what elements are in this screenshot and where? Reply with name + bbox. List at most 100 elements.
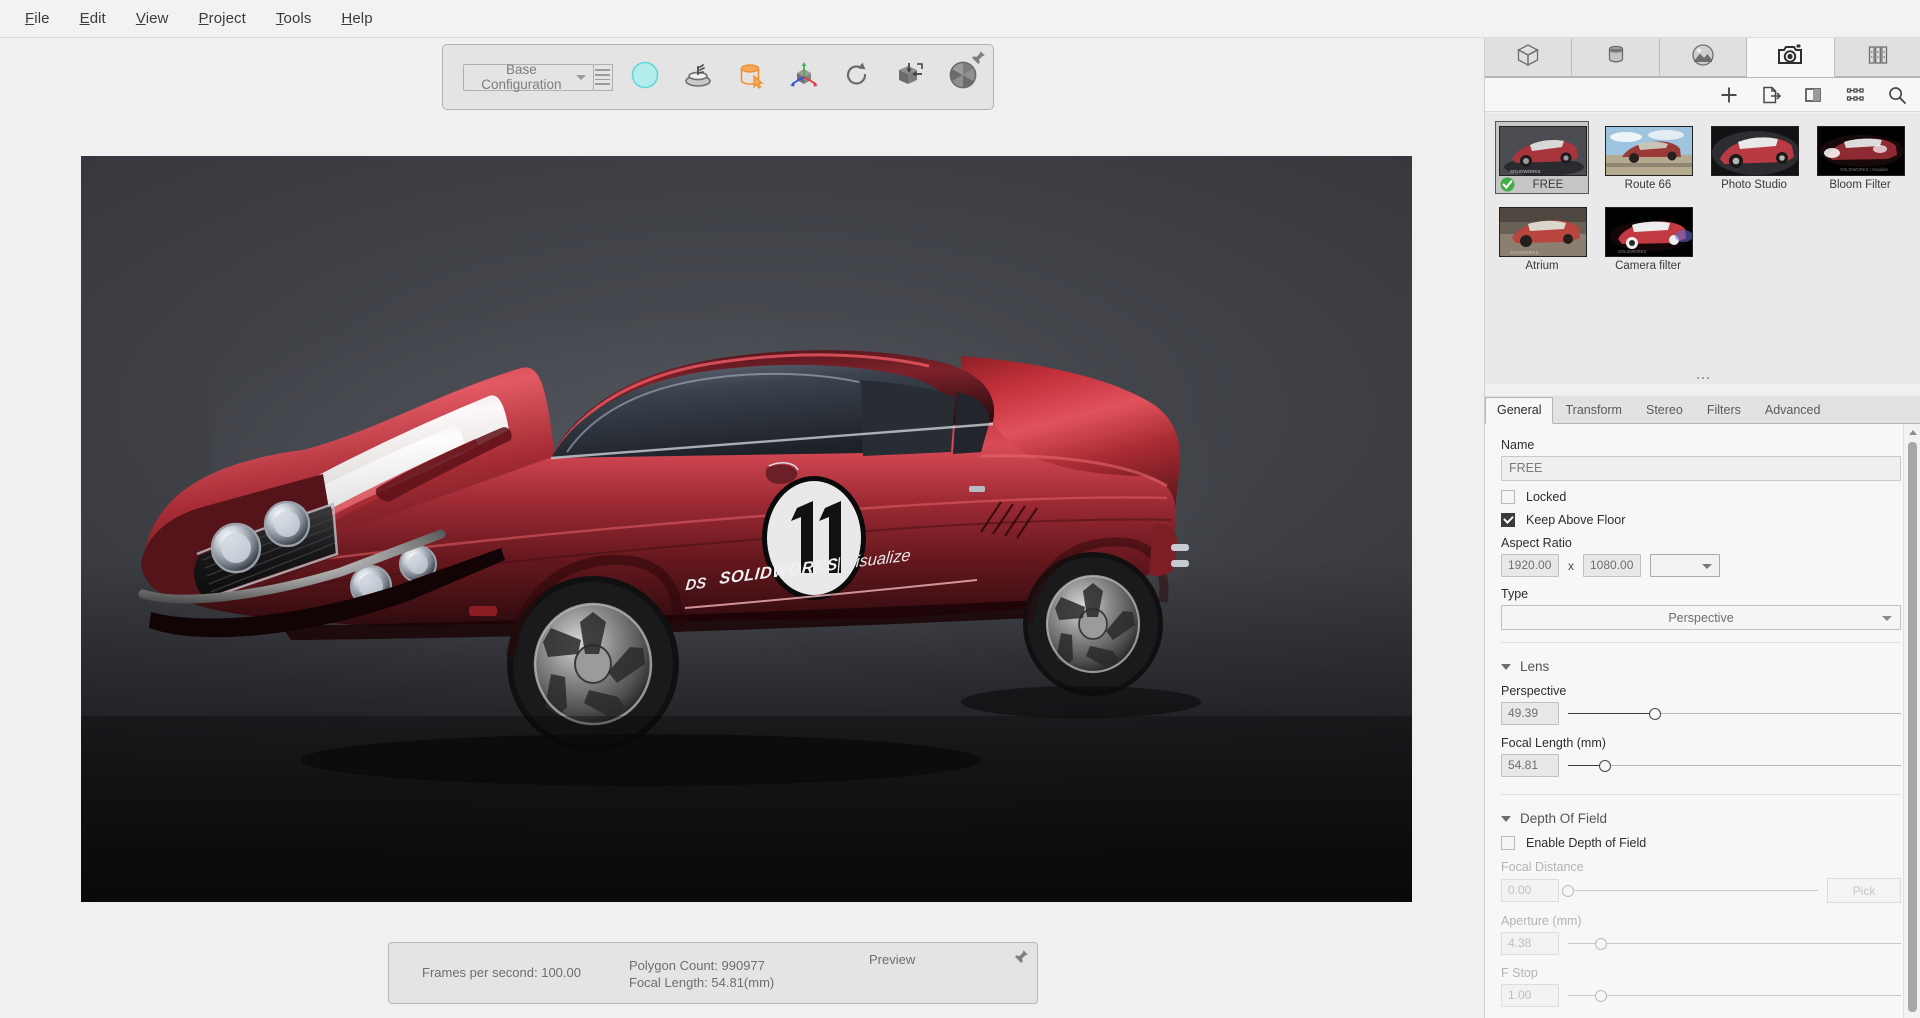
properties-scrollbar[interactable] [1903,424,1920,1018]
camera-thumbnail: SOLIDWORKS [1605,207,1693,257]
scrollbar-thumb[interactable] [1908,442,1917,1012]
toolbar-pin-icon[interactable] [970,50,986,66]
camera-label: Route 66 [1624,179,1672,191]
focal-distance-input: 0.00 [1501,879,1559,902]
tab-scenes[interactable] [1659,38,1748,77]
configuration-list-button[interactable] [593,63,613,91]
panel-resize-grip[interactable] [1485,372,1920,384]
environment-button[interactable] [680,59,716,95]
camera-thumbnail [1711,126,1799,176]
aspect-width-input[interactable]: 1920.00 [1501,554,1559,577]
tab-cameras[interactable] [1747,38,1835,77]
status-pin-icon[interactable] [1013,949,1029,965]
aspect-ratio-label: Aspect Ratio [1501,536,1572,550]
panel-action-toolbar [1485,78,1920,112]
name-input[interactable]: FREE [1501,456,1901,481]
property-tab-strip: General Transform Stereo Filters Advance… [1485,396,1920,424]
camera-item-photo-studio[interactable]: Photo Studio [1707,121,1801,194]
split-view-icon[interactable] [1802,84,1823,105]
menu-file[interactable]: File [10,5,65,32]
aperture-slider [1568,937,1901,951]
dof-section-header[interactable]: Depth Of Field [1501,811,1901,826]
focal-length-slider[interactable] [1568,759,1901,773]
keep-above-floor-row[interactable]: Keep Above Floor [1501,513,1901,527]
svg-text:DS: DS [685,575,707,595]
appearance-sphere-icon [630,60,660,95]
chevron-down-icon [1882,615,1892,621]
pick-focal-distance-button: Pick [1827,878,1901,903]
aspect-preset-dropdown[interactable] [1650,554,1720,577]
add-icon[interactable] [1718,84,1739,105]
menu-view[interactable]: View [121,5,184,32]
general-properties: Name FREE Locked Keep Above Floor Aspect… [1485,424,1920,1018]
camera-type-value: Perspective [1668,610,1734,625]
prop-tab-advanced[interactable]: Advanced [1753,397,1833,423]
fps-label: Frames per second: 100.00 [422,965,581,980]
focal-length-input[interactable]: 54.81 [1501,754,1559,777]
render-mode-label: Preview [869,952,916,967]
menu-tools[interactable]: Tools [261,5,327,32]
locked-row[interactable]: Locked [1501,490,1901,504]
fstop-label: F Stop [1501,966,1538,980]
move-gizmo-icon [788,60,820,95]
selected-check-icon [1500,177,1515,192]
camera-item-route-66[interactable]: Route 66 [1601,121,1695,194]
lens-section-header[interactable]: Lens [1501,659,1901,674]
aspect-ratio-row: 1920.00 x 1080.00 [1501,554,1901,577]
import-model-button[interactable] [892,59,928,95]
menu-project[interactable]: Project [184,5,261,32]
configuration-dropdown[interactable]: Base Configuration [463,62,594,92]
enable-dof-row[interactable]: Enable Depth of Field [1501,836,1901,850]
camera-item-camera-filter[interactable]: SOLIDWORKS Camera filter [1601,202,1695,275]
menu-help[interactable]: Help [326,5,387,32]
svg-text:SOLIDWORKS: SOLIDWORKS [1618,249,1647,254]
aspect-height-input[interactable]: 1080.00 [1583,554,1641,577]
import-model-icon [895,61,925,94]
prop-tab-transform[interactable]: Transform [1553,397,1634,423]
perspective-input[interactable]: 49.39 [1501,702,1559,725]
camera-item-atrium[interactable]: SOLIDWORKS Atrium [1495,202,1589,275]
camera-label: Camera filter [1615,260,1681,272]
chevron-down-icon [575,75,586,80]
divider [1501,642,1901,643]
prop-tab-stereo[interactable]: Stereo [1634,397,1695,423]
tab-filters[interactable] [1834,38,1920,77]
prop-tab-general[interactable]: General [1485,397,1554,424]
keep-above-floor-label: Keep Above Floor [1526,513,1626,527]
fstop-input: 1.00 [1501,984,1559,1007]
solidworks-visualize-window: File Edit View Project Tools Help Base C… [0,0,1920,1018]
export-icon[interactable] [1760,84,1781,105]
tab-models[interactable] [1485,38,1573,77]
scroll-up-button[interactable] [1904,424,1920,440]
perspective-slider[interactable] [1568,707,1901,721]
dof-section-title: Depth Of Field [1520,811,1608,826]
number-decal [762,476,866,600]
camera-thumbnail-list: SOLIDWORKS FREE Route 66 Photo Studio SO… [1485,113,1920,384]
fstop-row: 1.00 [1501,984,1901,1007]
render-viewport[interactable]: SOLIDWORKS | Visualize DS [81,156,1412,902]
prop-tab-filters[interactable]: Filters [1695,397,1753,423]
locked-label: Locked [1526,490,1567,504]
paint-bucket-icon [1604,43,1628,72]
list-view-icon[interactable] [1844,84,1865,105]
camera-thumbnail [1605,126,1693,176]
tab-appearances[interactable] [1572,38,1660,77]
keep-above-floor-checkbox[interactable] [1501,513,1515,527]
appearance-sphere-button[interactable] [627,59,663,95]
locked-checkbox[interactable] [1501,490,1515,504]
camera-type-dropdown[interactable]: Perspective [1501,605,1901,630]
search-icon[interactable] [1886,84,1907,105]
menu-edit[interactable]: Edit [65,5,121,32]
appearance-picker-button[interactable] [733,59,769,95]
refresh-button[interactable] [839,59,875,95]
caret-down-icon [1501,815,1511,822]
camera-item-bloom-filter[interactable]: SOLIDWORKS | Visualize Bloom Filter [1813,121,1907,194]
camera-item-free[interactable]: SOLIDWORKS FREE [1495,121,1589,194]
camera-thumbnail: SOLIDWORKS [1499,207,1587,257]
configuration-value: Base Configuration [481,62,562,92]
camera-thumbnail: SOLIDWORKS [1499,126,1587,176]
focal-length-label: Focal Length (mm) [1501,736,1606,750]
camera-label: Bloom Filter [1829,179,1891,191]
enable-dof-checkbox[interactable] [1501,836,1515,850]
move-gizmo-button[interactable] [786,59,822,95]
